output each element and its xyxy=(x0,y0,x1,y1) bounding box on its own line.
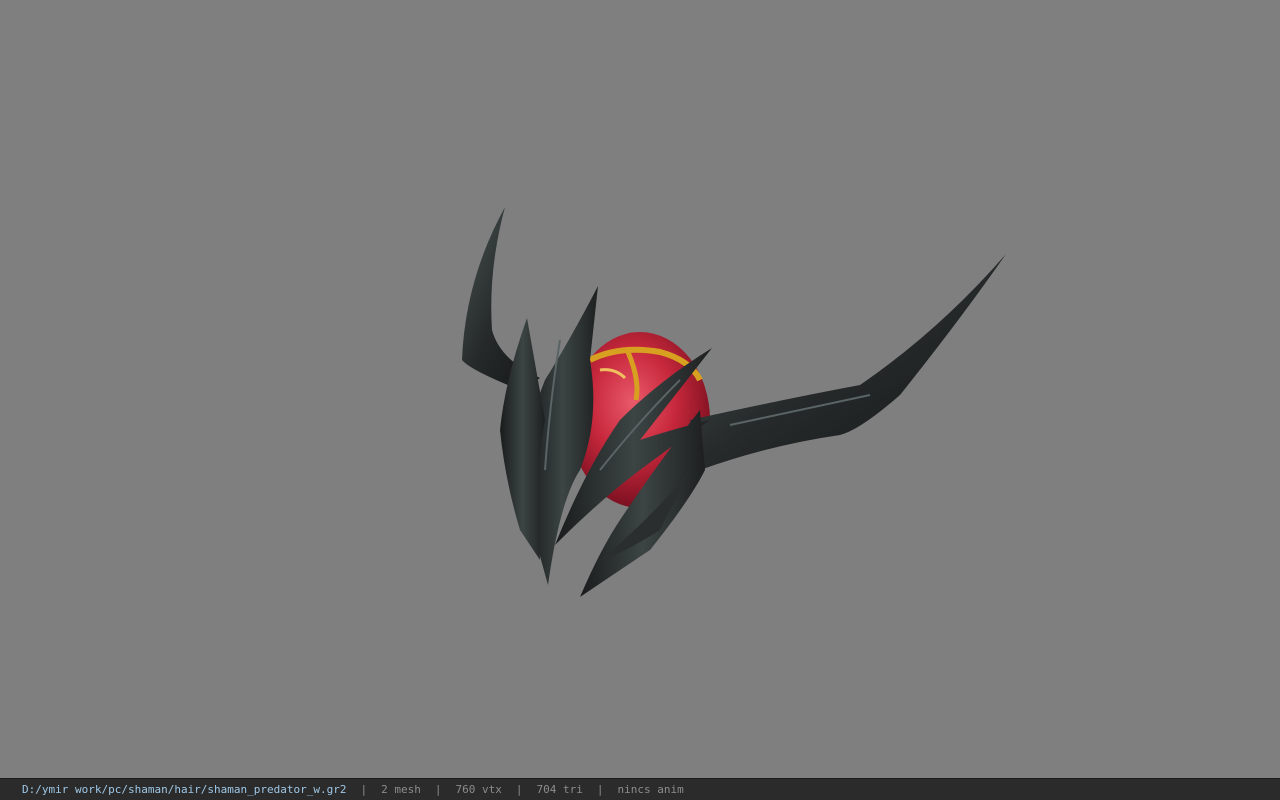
vertex-count: 760 vtx xyxy=(455,783,502,796)
separator: | xyxy=(360,783,368,796)
model-render xyxy=(462,207,1006,597)
helmet-mesh xyxy=(500,286,712,597)
status-bar: D:/ymir work/pc/shaman/hair/shaman_preda… xyxy=(0,778,1280,800)
animation-status: nincs anim xyxy=(617,783,684,796)
mesh-count: 2 mesh xyxy=(381,783,421,796)
3d-viewport[interactable] xyxy=(0,0,1280,778)
file-path: D:/ymir work/pc/shaman/hair/shaman_preda… xyxy=(22,783,347,796)
right-horn-mesh xyxy=(690,254,1006,470)
separator: | xyxy=(434,783,442,796)
separator: | xyxy=(596,783,604,796)
triangle-count: 704 tri xyxy=(536,783,583,796)
separator: | xyxy=(515,783,523,796)
